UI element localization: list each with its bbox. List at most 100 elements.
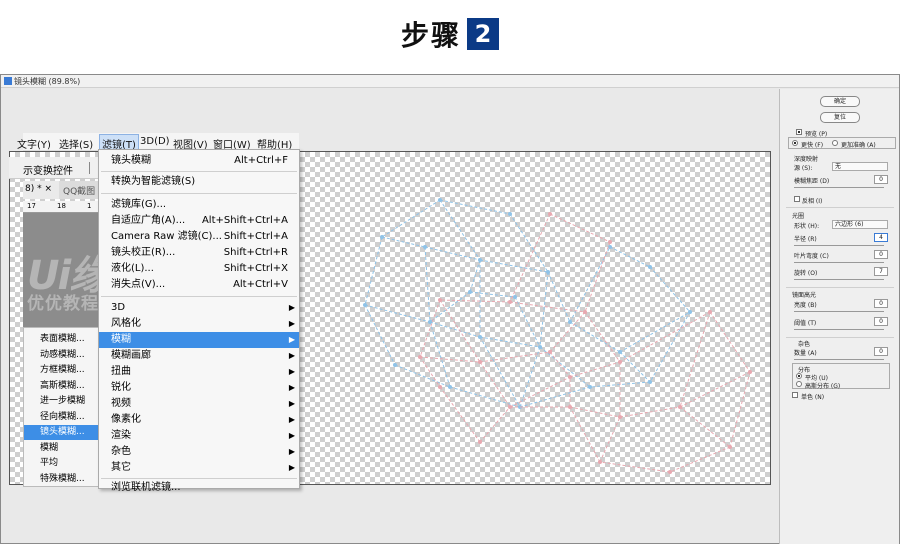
menu-divider	[101, 193, 297, 194]
mesh-node	[393, 363, 397, 367]
brightness-input[interactable]: 0	[874, 299, 888, 308]
source-label: 源 (S):	[794, 165, 813, 172]
mesh-edge	[619, 351, 651, 383]
submenu-item-smart-blur[interactable]: 特殊模糊...	[24, 472, 98, 487]
menu-item-blur[interactable]: 模糊 ▶	[99, 332, 299, 348]
mesh-node	[508, 300, 512, 304]
rotation-slider[interactable]	[794, 279, 884, 280]
menu-item-label: 渲染	[111, 430, 131, 441]
menu-item-pixelate[interactable]: 像素化 ▶	[99, 412, 299, 428]
mesh-node	[608, 240, 612, 244]
menu-3d[interactable]: 3D(D)	[140, 136, 170, 147]
mesh-node	[598, 460, 602, 464]
radius-input[interactable]: 4	[874, 233, 888, 242]
blade-curvature-slider[interactable]	[794, 262, 884, 263]
menu-item-camera-raw[interactable]: Camera Raw 滤镜(C)... Shift+Ctrl+A	[99, 229, 299, 245]
submenu-item-average[interactable]: 平均	[24, 456, 98, 471]
menu-item-shortcut: Alt+Ctrl+V	[233, 279, 288, 290]
mesh-edge	[549, 311, 586, 353]
submenu-item-box-blur[interactable]: 方框模糊...	[24, 363, 98, 378]
menu-select[interactable]: 选择(S)	[59, 136, 93, 151]
reset-button[interactable]: 复位	[820, 112, 860, 123]
menu-item-vanishing-point[interactable]: 消失点(V)... Alt+Ctrl+V	[99, 277, 299, 293]
submenu-item-lens-blur[interactable]: 镜头模糊...	[24, 425, 98, 440]
menu-item-video[interactable]: 视频 ▶	[99, 396, 299, 412]
menu-item-label: 转换为智能滤镜(S)	[111, 176, 196, 187]
threshold-input[interactable]: 0	[874, 317, 888, 326]
menu-item-liquify[interactable]: 液化(L)... Shift+Ctrl+X	[99, 261, 299, 277]
menu-item-3d[interactable]: 3D ▶	[99, 300, 299, 316]
ok-button[interactable]: 确定	[820, 96, 860, 107]
menu-item-label: 自适应广角(A)...	[111, 215, 186, 226]
mesh-edge	[599, 461, 671, 473]
submenu-arrow-icon: ▶	[288, 447, 295, 456]
amount-input[interactable]: 0	[874, 347, 888, 356]
lens-blur-window: 镜头模糊 (89.8%) 示变换控件 8) * × QQ截图 17 18 1 U…	[0, 74, 900, 544]
mesh-edge	[439, 299, 481, 363]
mesh-node	[478, 258, 482, 262]
mesh-edge	[439, 299, 511, 303]
mesh-node	[508, 212, 512, 216]
mesh-edge	[584, 241, 611, 313]
ruler-tick-label: 17	[27, 202, 36, 210]
menu-item-label: 扭曲	[111, 366, 131, 377]
menu-item-label: 风格化	[111, 318, 141, 329]
threshold-slider[interactable]	[794, 329, 884, 330]
mesh-edge	[569, 361, 621, 378]
mesh-node	[546, 270, 550, 274]
transform-controls-label[interactable]: 示变换控件	[23, 162, 73, 177]
menu-item-last-filter[interactable]: 镜头模糊 Alt+Ctrl+F	[99, 153, 299, 169]
invert-checkbox[interactable]	[794, 196, 800, 202]
submenu-arrow-icon: ▶	[288, 335, 295, 344]
shape-select[interactable]: 六边形 (6)	[832, 220, 888, 229]
mesh-node	[548, 212, 552, 216]
mesh-node	[568, 405, 572, 409]
shape-select-value: 六边形 (6)	[835, 221, 864, 228]
radius-slider[interactable]	[794, 245, 884, 246]
tab-qq-screenshot[interactable]: QQ截图	[63, 184, 95, 197]
menu-item-filter-gallery[interactable]: 滤镜库(G)...	[99, 197, 299, 213]
menu-item-adaptive-wide-angle[interactable]: 自适应广角(A)... Alt+Shift+Ctrl+A	[99, 213, 299, 229]
tab-document[interactable]: 8) * ×	[23, 181, 59, 199]
faster-radio[interactable]	[792, 140, 798, 146]
submenu-item-blur-more[interactable]: 进一步模糊	[24, 394, 98, 409]
menu-item-noise[interactable]: 杂色 ▶	[99, 444, 299, 460]
mesh-edge	[709, 311, 751, 373]
monochromatic-checkbox[interactable]	[792, 392, 798, 398]
submenu-item-surface-blur[interactable]: 表面模糊...	[24, 332, 98, 347]
mesh-edge	[419, 356, 481, 363]
menu-item-render[interactable]: 渲染 ▶	[99, 428, 299, 444]
more-accurate-radio[interactable]	[832, 140, 838, 146]
menu-item-other[interactable]: 其它 ▶	[99, 460, 299, 476]
preview-checkbox[interactable]	[796, 129, 802, 135]
submenu-item-gaussian-blur[interactable]: 高斯模糊...	[24, 379, 98, 394]
menu-item-lens-correction[interactable]: 镜头校正(R)... Shift+Ctrl+R	[99, 245, 299, 261]
mesh-edge	[609, 246, 651, 268]
brightness-slider[interactable]	[794, 311, 884, 312]
brightness-label: 亮度 (B)	[794, 302, 817, 309]
amount-slider[interactable]	[794, 359, 884, 360]
submenu-item-radial-blur[interactable]: 径向模糊...	[24, 410, 98, 425]
rotation-input[interactable]: 7	[874, 267, 888, 276]
blade-curvature-input[interactable]: 0	[874, 250, 888, 259]
menu-item-browse-online[interactable]: 浏览联机滤镜...	[99, 480, 299, 496]
blur-focal-input[interactable]: 0	[874, 175, 888, 184]
uniform-radio[interactable]	[796, 373, 802, 379]
source-select[interactable]: 无	[832, 162, 888, 171]
menu-item-blur-gallery[interactable]: 模糊画廊 ▶	[99, 348, 299, 364]
gaussian-radio[interactable]	[796, 381, 802, 387]
menu-item-distort[interactable]: 扭曲 ▶	[99, 364, 299, 380]
blur-focal-slider[interactable]	[794, 187, 884, 188]
radius-label: 半径 (R)	[794, 236, 817, 243]
menu-item-sharpen[interactable]: 锐化 ▶	[99, 380, 299, 396]
submenu-item-blur[interactable]: 模糊	[24, 441, 98, 456]
mesh-node	[618, 360, 622, 364]
mesh-node	[548, 350, 552, 354]
mesh-edge	[549, 213, 611, 243]
mesh-edge	[679, 406, 731, 448]
mesh-node	[478, 360, 482, 364]
menu-item-stylize[interactable]: 风格化 ▶	[99, 316, 299, 332]
submenu-item-motion-blur[interactable]: 动感模糊...	[24, 348, 98, 363]
menu-item-convert-smart[interactable]: 转换为智能滤镜(S)	[99, 174, 299, 190]
menu-type[interactable]: 文字(Y)	[17, 136, 51, 151]
